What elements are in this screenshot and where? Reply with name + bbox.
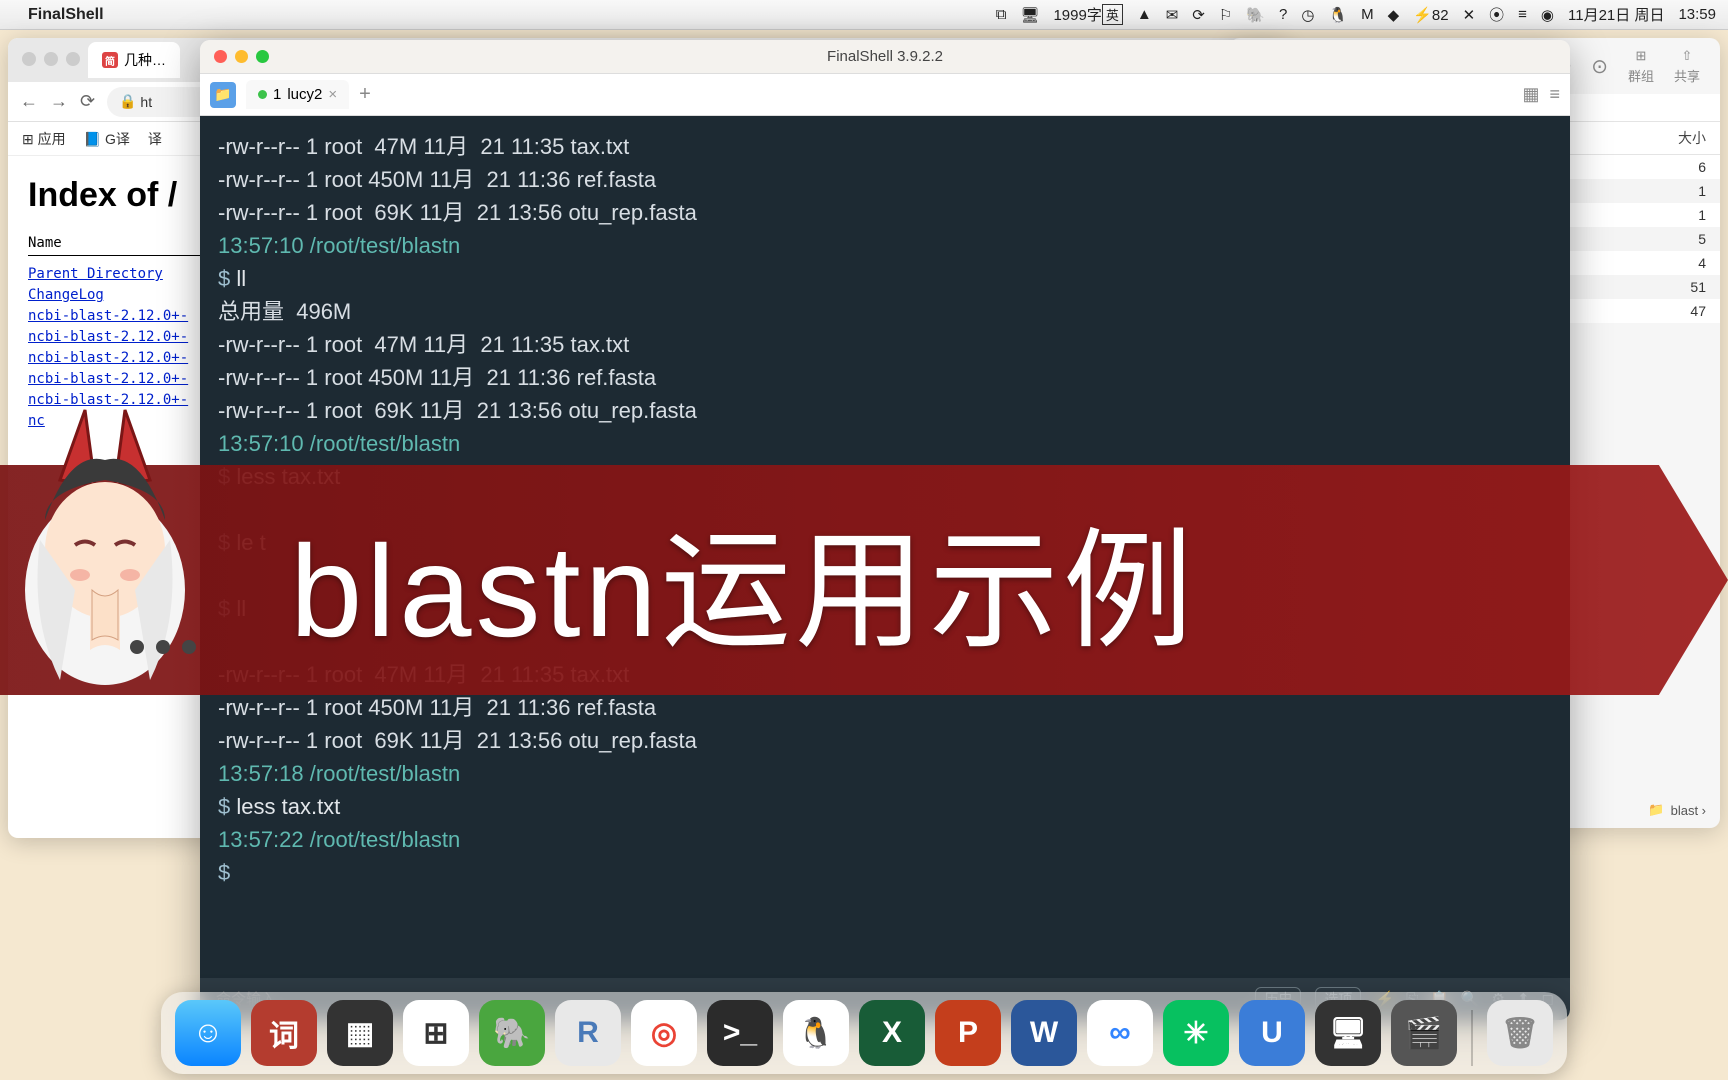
- more-button[interactable]: ⊙: [1591, 54, 1608, 79]
- qq-menubar-icon[interactable]: 🐧: [1328, 6, 1347, 24]
- banner-text: blastn运用示例: [290, 486, 1197, 674]
- sogou-icon[interactable]: ⦿: [1489, 4, 1504, 25]
- evernote-menubar-icon[interactable]: 🐘: [1246, 6, 1265, 24]
- terminal-titlebar[interactable]: FinalShell 3.9.2.2: [200, 40, 1570, 74]
- battery-icon[interactable]: ⚡82: [1413, 6, 1448, 24]
- time-text[interactable]: 13:59: [1678, 6, 1716, 23]
- flag-icon[interactable]: ⚐: [1219, 6, 1232, 24]
- siri-icon[interactable]: ◉: [1541, 6, 1554, 24]
- avatar-character: [0, 390, 210, 730]
- dock-app-utools[interactable]: U: [1239, 1000, 1305, 1066]
- group-button[interactable]: ⊞群组: [1628, 48, 1654, 85]
- desktop: 简 几种… ← → ⟳ 🔒 ht ⊞ 应用 📘 G译 译 Index of / …: [0, 30, 1728, 990]
- dock[interactable]: ☺词▦⊞🐘R◎>_🐧XPW∞✳U🖥🎬 🗑: [161, 992, 1567, 1074]
- dock-app-display[interactable]: 🖥: [1315, 1000, 1381, 1066]
- hamburger-icon[interactable]: ≡: [1518, 6, 1527, 23]
- minimize-icon[interactable]: [235, 50, 248, 63]
- tab-index: 1: [273, 86, 281, 103]
- close-icon[interactable]: [214, 50, 227, 63]
- dock-app-terminal[interactable]: >_: [707, 1000, 773, 1066]
- bookmark-item[interactable]: 译: [148, 129, 162, 149]
- dock-app-powerpoint[interactable]: P: [935, 1000, 1001, 1066]
- folder-icon: 📁: [1648, 802, 1664, 818]
- date-text[interactable]: 11月21日 周日: [1568, 4, 1664, 25]
- tab-title: 几种…: [124, 50, 166, 70]
- wechat-menubar-icon[interactable]: ✉: [1166, 6, 1179, 24]
- window-controls[interactable]: [22, 52, 80, 66]
- dock-app-launchpad[interactable]: ⊞: [403, 1000, 469, 1066]
- macos-menubar: FinalShell ⧉ 🖥 1999字 英 ▲ ✉ ⟳ ⚐ 🐘 ? ◷ 🐧 M…: [0, 0, 1728, 30]
- window-controls[interactable]: [214, 50, 269, 63]
- group-icon: ⊞: [1636, 48, 1647, 64]
- apps-bookmark[interactable]: ⊞ 应用: [22, 129, 66, 149]
- terminal-tab[interactable]: 1 lucy2 ×: [246, 80, 349, 109]
- forward-button[interactable]: →: [50, 91, 68, 112]
- maximize-icon[interactable]: [256, 50, 269, 63]
- tab-favicon-icon: 简: [102, 52, 118, 68]
- title-banner: blastn运用示例: [0, 460, 1728, 700]
- share-icon: ⇧: [1682, 48, 1693, 64]
- terminal-tab-row: 📁 1 lucy2 × + ▦ ≡: [200, 74, 1570, 116]
- dock-app-wechat[interactable]: ✳: [1163, 1000, 1229, 1066]
- dock-app-dictionary[interactable]: 词: [251, 1000, 317, 1066]
- finder-breadcrumb[interactable]: 📁 blast ›: [1648, 802, 1706, 818]
- dock-app-baidu[interactable]: ∞: [1087, 1000, 1153, 1066]
- dock-app-evernote[interactable]: 🐘: [479, 1000, 545, 1066]
- dock-app-chrome[interactable]: ◎: [631, 1000, 697, 1066]
- dock-app-word[interactable]: W: [1011, 1000, 1077, 1066]
- tab-name: lucy2: [287, 86, 322, 103]
- share-button[interactable]: ⇧共享: [1674, 48, 1700, 85]
- window-title: FinalShell 3.9.2.2: [827, 48, 943, 65]
- list-view-icon[interactable]: ≡: [1549, 84, 1560, 105]
- dock-app-qq[interactable]: 🐧: [783, 1000, 849, 1066]
- mail-icon[interactable]: M: [1361, 6, 1374, 23]
- dock-app-rstudio[interactable]: R: [555, 1000, 621, 1066]
- display-icon[interactable]: 🖥: [1020, 6, 1039, 24]
- active-app-name[interactable]: FinalShell: [28, 6, 104, 24]
- misc-icon[interactable]: ✕: [1463, 6, 1476, 24]
- dock-app-trash[interactable]: 🗑: [1487, 1000, 1553, 1066]
- lock-icon: 🔒: [119, 93, 136, 110]
- browser-tab[interactable]: 简 几种…: [88, 42, 180, 78]
- folder-icon[interactable]: 📁: [210, 82, 236, 108]
- dock-app-preview[interactable]: ▦: [327, 1000, 393, 1066]
- close-tab-icon[interactable]: ×: [328, 86, 337, 103]
- add-tab-button[interactable]: +: [359, 83, 371, 106]
- translate-bookmark[interactable]: 📘 G译: [84, 129, 130, 149]
- screen-record-icon[interactable]: ⧉: [996, 6, 1007, 23]
- clock-icon[interactable]: ◷: [1301, 6, 1314, 24]
- menubar-status-area: ⧉ 🖥 1999字 英 ▲ ✉ ⟳ ⚐ 🐘 ? ◷ 🐧 M ◆ ⚡82 ✕ ⦿ …: [996, 4, 1716, 25]
- dock-app-finder[interactable]: ☺: [175, 1000, 241, 1066]
- grid-view-icon[interactable]: ▦: [1522, 84, 1539, 105]
- loading-dots: [130, 640, 196, 654]
- dock-app-media[interactable]: 🎬: [1391, 1000, 1457, 1066]
- dock-app-excel[interactable]: X: [859, 1000, 925, 1066]
- back-button[interactable]: ←: [20, 91, 38, 112]
- chat-icon[interactable]: ◆: [1388, 6, 1400, 24]
- cat-icon[interactable]: ▲: [1137, 6, 1152, 23]
- help-icon[interactable]: ?: [1279, 6, 1287, 23]
- sync-icon[interactable]: ⟳: [1192, 6, 1205, 24]
- reload-button[interactable]: ⟳: [80, 91, 95, 112]
- ime-status[interactable]: 1999字 英: [1053, 4, 1122, 25]
- connection-indicator-icon: [258, 90, 267, 99]
